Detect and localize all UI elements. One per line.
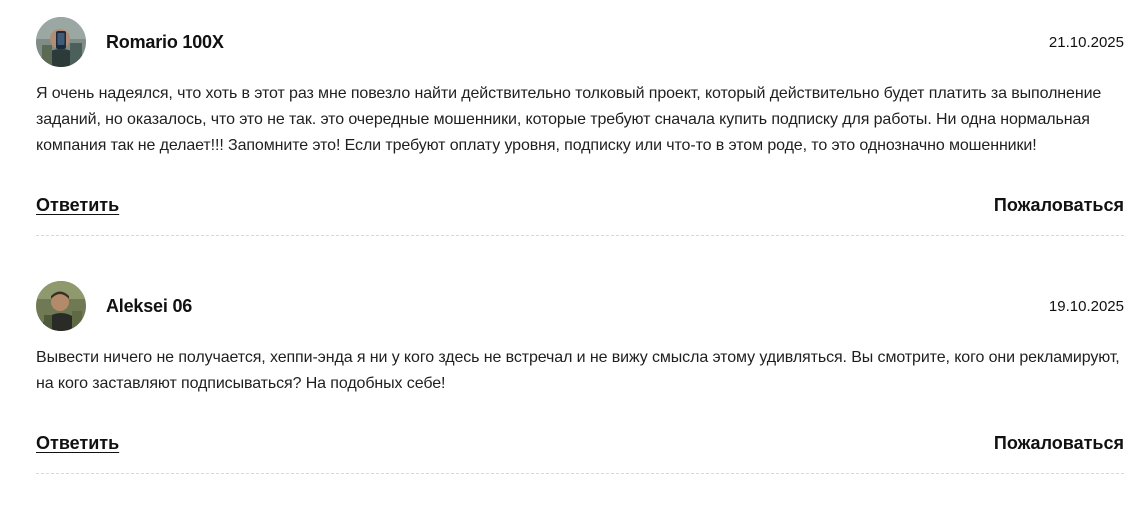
comment-date: 19.10.2025	[1048, 297, 1124, 315]
comment-header: Romario 100X 21.10.2025	[36, 16, 1124, 68]
comment-divider	[36, 473, 1124, 474]
reply-link[interactable]: Ответить	[36, 195, 119, 216]
comment-divider	[36, 235, 1124, 236]
user-photo-icon	[36, 17, 86, 67]
comment-actions: Ответить Пожаловаться	[36, 431, 1124, 455]
complain-link[interactable]: Пожаловаться	[994, 195, 1124, 216]
comment-date: 21.10.2025	[1048, 33, 1124, 51]
comment-text: Вывести ничего не получается, хеппи-энда…	[36, 349, 1120, 392]
comment-item: Romario 100X 21.10.2025 Я очень надеялся…	[36, 16, 1124, 236]
user-photo-icon	[36, 281, 86, 331]
comment-text: Я очень надеялся, что хоть в этот раз мн…	[36, 85, 1102, 154]
comment-author: Romario 100X	[106, 31, 224, 52]
comment-actions: Ответить Пожаловаться	[36, 193, 1124, 217]
comment-header: Aleksei 06 19.10.2025	[36, 280, 1124, 332]
complain-link[interactable]: Пожаловаться	[994, 433, 1124, 454]
comment-item: Aleksei 06 19.10.2025 Вывести ничего не …	[36, 280, 1124, 474]
comments-list: Romario 100X 21.10.2025 Я очень надеялся…	[36, 16, 1124, 482]
comment-author: Aleksei 06	[106, 295, 193, 316]
reply-link[interactable]: Ответить	[36, 433, 119, 454]
